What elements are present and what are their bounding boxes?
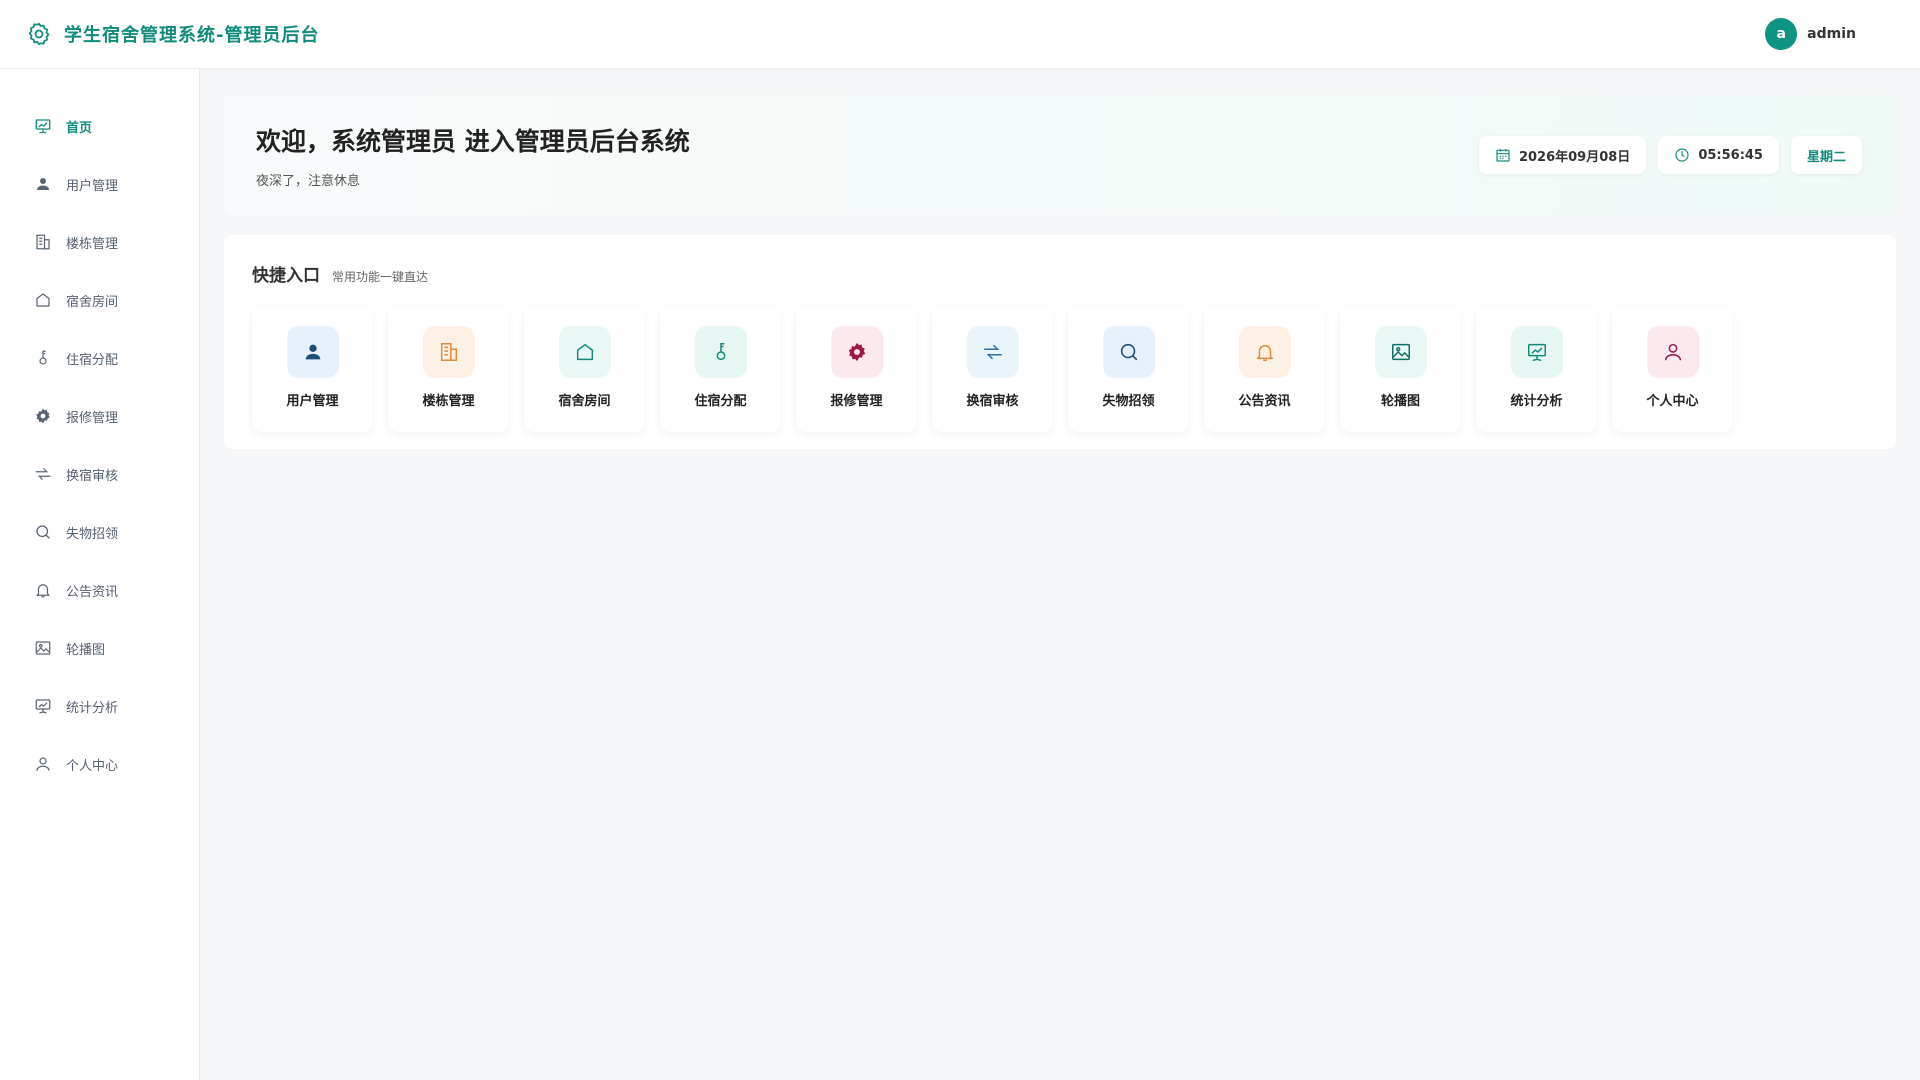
- quick-card-label: 失物招领: [1102, 394, 1155, 409]
- sidebar-item-repairs[interactable]: 报修管理: [0, 387, 199, 445]
- quick-access-subtitle: 常用功能一键直达: [332, 270, 429, 284]
- welcome-banner: 欢迎，系统管理员 进入管理员后台系统 夜深了，注意休息 2026年09月08日 …: [224, 95, 1896, 215]
- bell-icon: [1238, 326, 1291, 378]
- quick-card-label: 住宿分配: [694, 394, 747, 409]
- sidebar-item-label: 换宿审核: [66, 468, 119, 484]
- quick-card-label: 个人中心: [1646, 394, 1699, 409]
- time-chip: 05:56:45: [1658, 136, 1779, 174]
- swap-icon: [966, 326, 1019, 378]
- quick-card-rooms[interactable]: 宿舍房间: [524, 306, 645, 432]
- app-title: 学生宿舍管理系统-管理员后台: [64, 25, 320, 46]
- time-text: 05:56:45: [1698, 147, 1763, 163]
- sidebar-item-home[interactable]: 首页: [0, 97, 199, 155]
- quick-card-statistics[interactable]: 统计分析: [1476, 306, 1597, 432]
- gear-icon: [830, 326, 883, 378]
- quick-access-panel: 快捷入口 常用功能一键直达 用户管理 楼栋管理 宿舍房间 住宿分配 报修管理 换…: [224, 235, 1896, 449]
- key-icon: [34, 349, 52, 367]
- sidebar-item-buildings[interactable]: 楼栋管理: [0, 213, 199, 271]
- quick-card-swap-review[interactable]: 换宿审核: [932, 306, 1053, 432]
- sidebar-item-label: 个人中心: [66, 758, 119, 774]
- sidebar-item-label: 楼栋管理: [66, 236, 119, 252]
- date-chip: 2026年09月08日: [1478, 136, 1647, 174]
- sidebar-item-users[interactable]: 用户管理: [0, 155, 199, 213]
- clock-icon: [1674, 147, 1690, 163]
- sidebar-item-label: 统计分析: [66, 700, 119, 716]
- calendar-icon: [1495, 147, 1511, 163]
- gear-icon: [34, 407, 52, 425]
- gear-icon: [26, 21, 52, 47]
- sidebar-item-label: 宿舍房间: [66, 294, 119, 310]
- sidebar-item-label: 轮播图: [66, 642, 106, 658]
- sidebar-item-carousel[interactable]: 轮播图: [0, 619, 199, 677]
- swap-icon: [34, 465, 52, 483]
- quick-card-label: 楼栋管理: [422, 394, 475, 409]
- user-icon: [34, 175, 52, 193]
- person-outline-icon: [34, 755, 52, 773]
- sidebar: 首页 用户管理 楼栋管理 宿舍房间 住宿分配 报修管理 换宿审核 失物招领 公告…: [0, 69, 200, 1080]
- quick-card-users[interactable]: 用户管理: [252, 306, 373, 432]
- quick-card-allocation[interactable]: 住宿分配: [660, 306, 781, 432]
- sidebar-item-label: 首页: [66, 120, 93, 136]
- main-content: 欢迎，系统管理员 进入管理员后台系统 夜深了，注意休息 2026年09月08日 …: [224, 95, 1896, 449]
- user-icon: [286, 326, 339, 378]
- sidebar-item-swap-review[interactable]: 换宿审核: [0, 445, 199, 503]
- username[interactable]: admin: [1807, 26, 1856, 42]
- quick-card-label: 公告资讯: [1238, 394, 1291, 409]
- person-outline-icon: [1646, 326, 1699, 378]
- date-text: 2026年09月08日: [1518, 149, 1631, 165]
- welcome-subtitle: 夜深了，注意休息: [256, 173, 361, 189]
- sidebar-item-lost-found[interactable]: 失物招领: [0, 503, 199, 561]
- quick-card-label: 宿舍房间: [558, 394, 611, 409]
- sidebar-item-rooms[interactable]: 宿舍房间: [0, 271, 199, 329]
- quick-access-cards: 用户管理 楼栋管理 宿舍房间 住宿分配 报修管理 换宿审核 失物招领 公告资讯 …: [252, 306, 1868, 432]
- quick-card-profile[interactable]: 个人中心: [1612, 306, 1733, 432]
- sidebar-item-label: 失物招领: [66, 526, 119, 542]
- quick-card-notices[interactable]: 公告资讯: [1204, 306, 1325, 432]
- quick-card-label: 轮播图: [1380, 394, 1420, 409]
- image-icon: [34, 639, 52, 657]
- house-icon: [558, 326, 611, 378]
- sidebar-item-allocation[interactable]: 住宿分配: [0, 329, 199, 387]
- bell-icon: [34, 581, 52, 599]
- quick-card-label: 统计分析: [1510, 394, 1563, 409]
- quick-card-buildings[interactable]: 楼栋管理: [388, 306, 509, 432]
- weekday-chip: 星期二: [1790, 136, 1862, 174]
- user-menu[interactable]: a admin: [1765, 18, 1856, 50]
- sidebar-item-notices[interactable]: 公告资讯: [0, 561, 199, 619]
- welcome-title: 欢迎，系统管理员 进入管理员后台系统: [256, 126, 690, 156]
- house-icon: [34, 291, 52, 309]
- weekday-text: 星期二: [1806, 149, 1846, 165]
- search-icon: [34, 523, 52, 541]
- building-icon: [34, 233, 52, 251]
- quick-card-label: 用户管理: [286, 394, 339, 409]
- key-icon: [694, 326, 747, 378]
- quick-access-title: 快捷入口: [252, 266, 320, 286]
- presentation-chart-icon: [34, 697, 52, 715]
- sidebar-item-profile[interactable]: 个人中心: [0, 735, 199, 793]
- quick-card-label: 报修管理: [830, 394, 883, 409]
- sidebar-item-label: 住宿分配: [66, 352, 119, 368]
- quick-card-carousel[interactable]: 轮播图: [1340, 306, 1461, 432]
- sidebar-item-statistics[interactable]: 统计分析: [0, 677, 199, 735]
- image-icon: [1374, 326, 1427, 378]
- search-icon: [1102, 326, 1155, 378]
- brand: 学生宿舍管理系统-管理员后台: [26, 21, 319, 47]
- sidebar-item-label: 报修管理: [66, 410, 119, 426]
- quick-card-lost-found[interactable]: 失物招领: [1068, 306, 1189, 432]
- avatar[interactable]: a: [1765, 18, 1798, 50]
- presentation-chart-icon: [34, 117, 52, 135]
- quick-card-repairs[interactable]: 报修管理: [796, 306, 917, 432]
- sidebar-item-label: 用户管理: [66, 178, 119, 194]
- quick-card-label: 换宿审核: [966, 394, 1019, 409]
- building-icon: [422, 326, 475, 378]
- presentation-chart-icon: [1510, 326, 1563, 378]
- sidebar-item-label: 公告资讯: [66, 584, 119, 600]
- top-header: 学生宿舍管理系统-管理员后台 a admin: [0, 0, 1920, 69]
